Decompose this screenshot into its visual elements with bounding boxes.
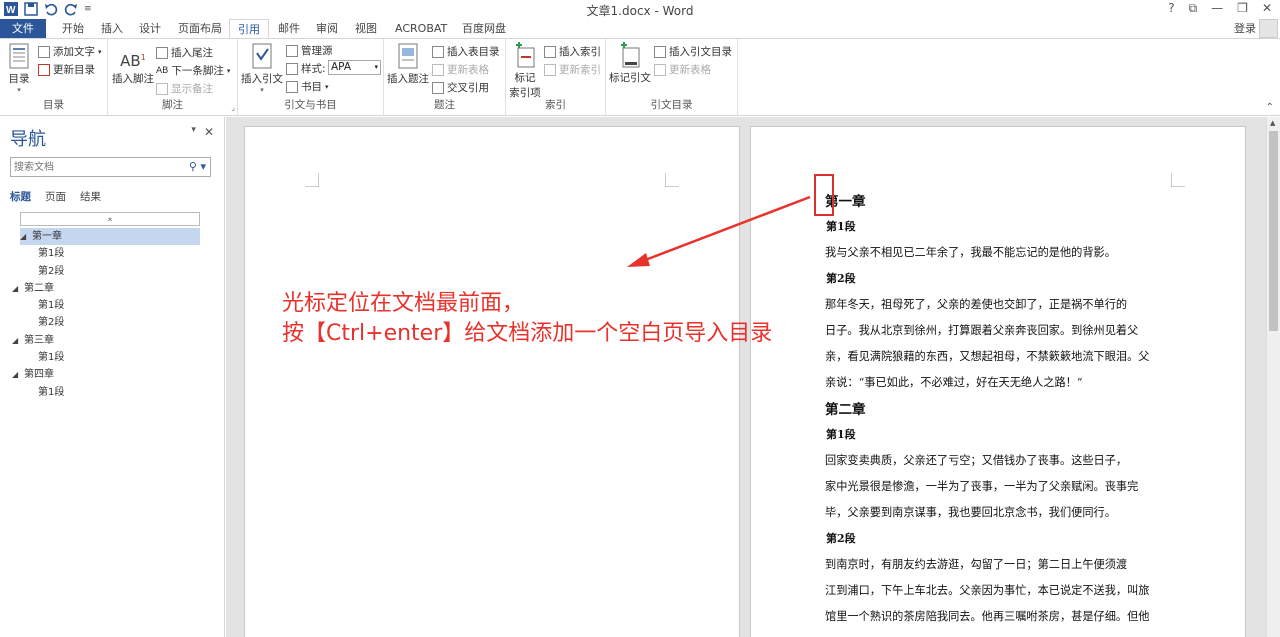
annotation-line-2: 按【Ctrl+enter】给文档添加一个空白页导入目录 (282, 321, 773, 346)
annotation-text: 光标定位在文档最前面， 按【Ctrl+enter】给文档添加一个空白页导入目录 (282, 289, 772, 349)
annotation-line-1: 光标定位在文档最前面， (282, 291, 525, 316)
